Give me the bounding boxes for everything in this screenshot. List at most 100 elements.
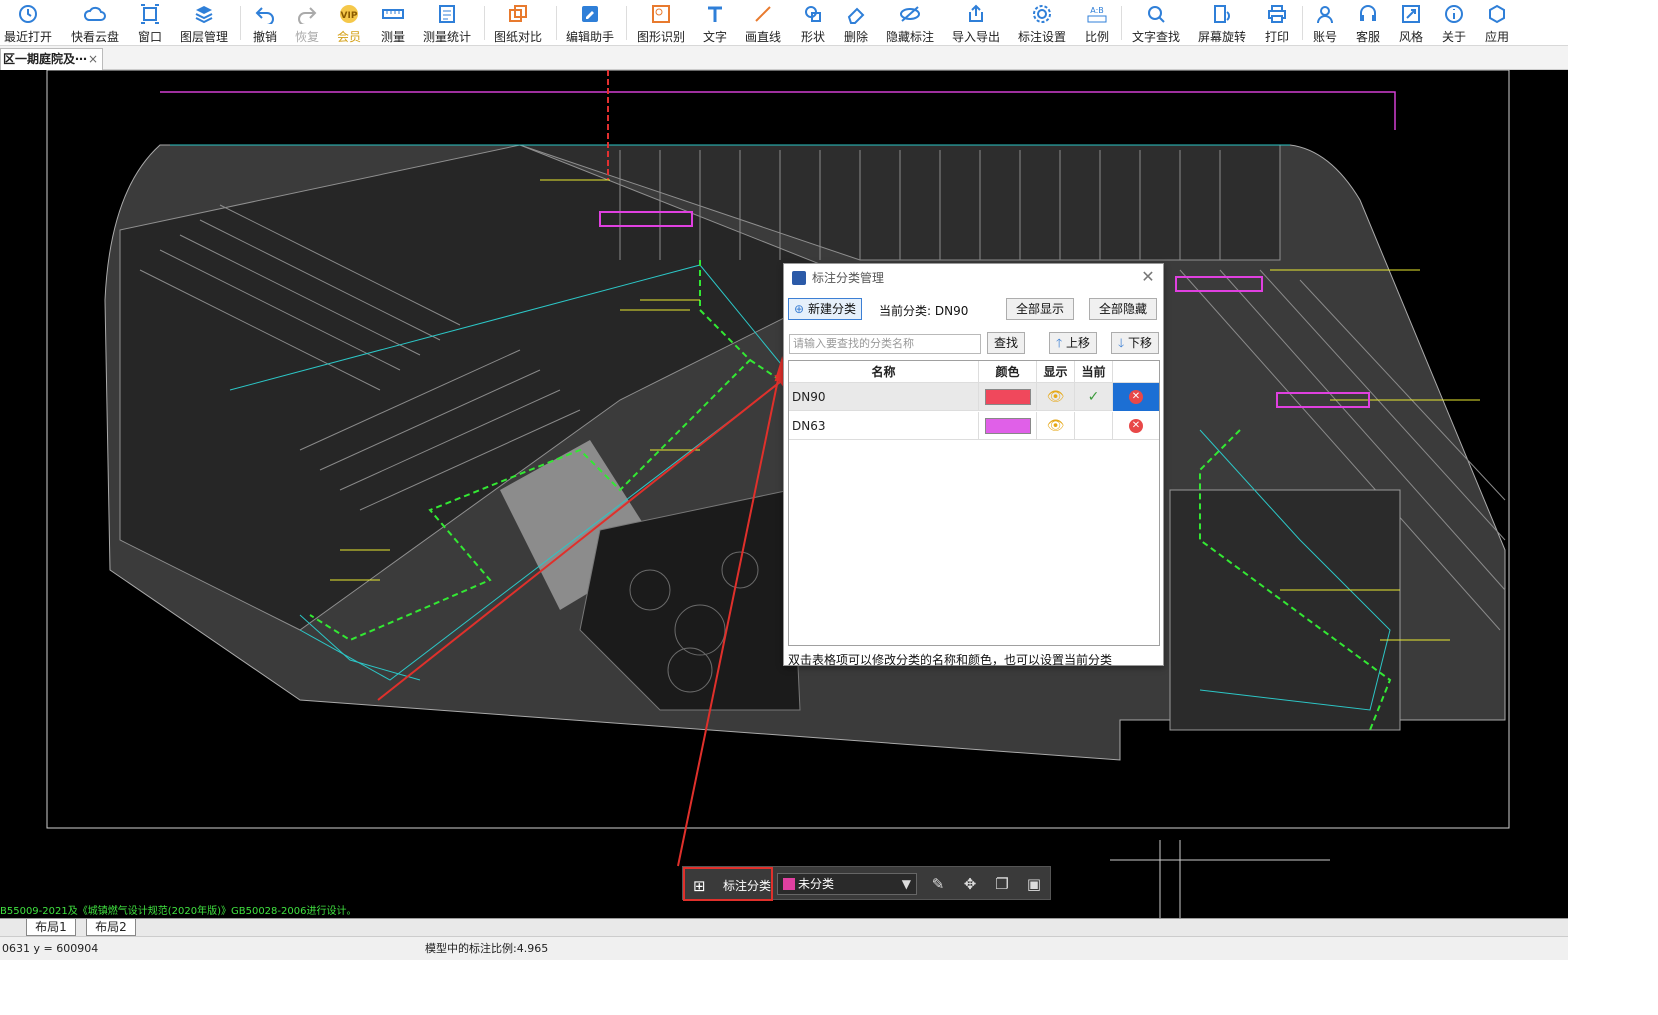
annotation-settings-button[interactable]: 标注设置 <box>1018 0 1066 46</box>
close-icon[interactable]: ✕ <box>1139 268 1157 286</box>
status-bar: 0631 y = 600904 模型中的标注比例:4.965 <box>0 936 1568 960</box>
color-cell[interactable] <box>979 412 1037 440</box>
color-swatch <box>985 418 1031 434</box>
compare-button[interactable]: 图纸对比 <box>494 0 542 46</box>
shape-icon <box>800 2 826 26</box>
compare-icon <box>505 2 531 26</box>
hide-annotation-icon <box>897 2 923 26</box>
window-icon <box>137 2 163 26</box>
screen-rotate-button[interactable]: 屏幕旋转 <box>1198 0 1246 46</box>
move-down-button[interactable]: 🡓 下移 <box>1111 332 1159 354</box>
toolbar-divider <box>1121 6 1122 40</box>
svg-text:A:B: A:B <box>1090 6 1104 15</box>
shape-recognition-button[interactable]: 图形识别 <box>637 0 685 46</box>
toolbar-divider <box>484 6 485 40</box>
app-icon <box>792 271 806 285</box>
shape-recognition-icon <box>648 2 674 26</box>
shape-button[interactable]: 形状 <box>800 0 826 46</box>
edit-assistant-button[interactable]: 编辑助手 <box>566 0 614 46</box>
apps-icon <box>1484 2 1510 26</box>
table-row[interactable]: DN63 👁 ✕ <box>789 412 1159 440</box>
toolbar-divider <box>240 6 241 40</box>
apps-button[interactable]: 应用 <box>1484 0 1510 46</box>
print-button[interactable]: 打印 <box>1264 0 1290 46</box>
category-select[interactable]: 未分类 ▼ <box>777 873 917 895</box>
column-header-color: 颜色 <box>979 361 1037 383</box>
style-button[interactable]: 风格 <box>1398 0 1424 46</box>
text-button[interactable]: 文字 <box>702 0 728 46</box>
measure-button[interactable]: 测量 <box>380 0 406 46</box>
dialog-title: 标注分类管理 <box>812 271 885 285</box>
tab-layout1[interactable]: 布局1 <box>26 919 76 936</box>
layer-manager-button[interactable]: 图层管理 <box>180 0 228 46</box>
text-search-button[interactable]: 文字查找 <box>1132 0 1180 46</box>
current-cell[interactable] <box>1075 412 1113 440</box>
about-icon <box>1441 2 1467 26</box>
measure-stats-button[interactable]: 测量统计 <box>423 0 471 46</box>
coordinate-readout: 0631 y = 600904 <box>2 942 99 955</box>
delete-icon: ✕ <box>1129 390 1143 404</box>
arrow-down-icon: 🡓 <box>1117 336 1125 350</box>
edit-icon[interactable]: ✎ <box>927 874 949 894</box>
delete-icon: ✕ <box>1129 419 1143 433</box>
document-tab-title: 区一期庭院及⋯ <box>3 52 88 66</box>
drawing-note: B55009-2021及《城镇燃气设计规范(2020年版)》GB50028-20… <box>0 906 357 917</box>
category-name: DN90 <box>789 383 979 411</box>
toolbar-divider <box>556 6 557 40</box>
hide-all-button[interactable]: 全部隐藏 <box>1089 298 1157 320</box>
new-category-button[interactable]: ⊕ 新建分类 <box>788 298 862 320</box>
column-header-delete <box>1113 361 1159 383</box>
move-icon[interactable]: ✥ <box>959 874 981 894</box>
eye-icon[interactable]: 👁 <box>1037 412 1075 440</box>
annotation-scale-text: 模型中的标注比例:4.965 <box>425 942 549 955</box>
line-icon <box>750 2 776 26</box>
delete-row-button[interactable]: ✕ <box>1113 412 1159 440</box>
document-tab[interactable]: 区一期庭院及⋯ × <box>0 48 103 70</box>
import-export-button[interactable]: 导入导出 <box>952 0 1000 46</box>
color-cell[interactable] <box>979 383 1037 411</box>
print-icon <box>1264 2 1290 26</box>
annotation-category-dialog: 标注分类管理 ✕ ⊕ 新建分类 当前分类: DN90 全部显示 全部隐藏 请输入… <box>783 263 1164 667</box>
color-swatch <box>985 389 1031 405</box>
annotation-category-button[interactable]: ⊞ 标注分类 <box>683 867 773 901</box>
check-icon[interactable]: ✓ <box>1075 383 1113 411</box>
hide-annotation-button[interactable]: 隐藏标注 <box>886 0 934 46</box>
category-name: DN63 <box>789 412 979 440</box>
about-button[interactable]: 关于 <box>1441 0 1467 46</box>
delete-row-button[interactable]: ✕ <box>1113 383 1159 411</box>
rotate-icon <box>1209 2 1235 26</box>
show-all-button[interactable]: 全部显示 <box>1006 298 1074 320</box>
annotation-settings-icon <box>1029 2 1055 26</box>
close-icon[interactable]: × <box>88 49 98 69</box>
redo-button[interactable]: 恢复 <box>294 0 320 46</box>
recent-open-button[interactable]: 最近打开 <box>4 0 52 46</box>
account-button[interactable]: 账号 <box>1312 0 1338 46</box>
current-category-label: 当前分类: DN90 <box>879 304 969 318</box>
paste-icon[interactable]: ▣ <box>1023 874 1045 894</box>
scale-button[interactable]: A:B 比例 <box>1084 0 1110 46</box>
scale-icon: A:B <box>1084 2 1110 26</box>
move-up-button[interactable]: 🡑 上移 <box>1049 332 1097 354</box>
search-input[interactable]: 请输入要查找的分类名称 <box>789 334 981 354</box>
layout-tab-bar: 布局1 布局2 <box>0 918 1568 936</box>
table-row[interactable]: DN90 👁 ✓ ✕ <box>789 383 1159 411</box>
vip-button[interactable]: VIP 会员 <box>336 0 362 46</box>
copy-icon[interactable]: ❐ <box>991 874 1013 894</box>
tab-layout2[interactable]: 布局2 <box>86 919 136 936</box>
document-tab-bar: 区一期庭院及⋯ × <box>0 46 1568 70</box>
support-button[interactable]: 客服 <box>1355 0 1381 46</box>
svg-text:VIP: VIP <box>341 11 358 21</box>
undo-icon <box>252 2 278 26</box>
eye-icon[interactable]: 👁 <box>1037 383 1075 411</box>
window-button[interactable]: 窗口 <box>137 0 163 46</box>
layers-icon <box>191 2 217 26</box>
undo-button[interactable]: 撤销 <box>252 0 278 46</box>
text-search-icon <box>1143 2 1169 26</box>
recent-icon <box>15 2 41 26</box>
eraser-icon <box>843 2 869 26</box>
vip-icon: VIP <box>336 2 362 26</box>
delete-button[interactable]: 删除 <box>843 0 869 46</box>
draw-line-button[interactable]: 画直线 <box>745 0 781 46</box>
search-button[interactable]: 查找 <box>987 332 1025 354</box>
cloud-disk-button[interactable]: 快看云盘 <box>71 0 119 46</box>
